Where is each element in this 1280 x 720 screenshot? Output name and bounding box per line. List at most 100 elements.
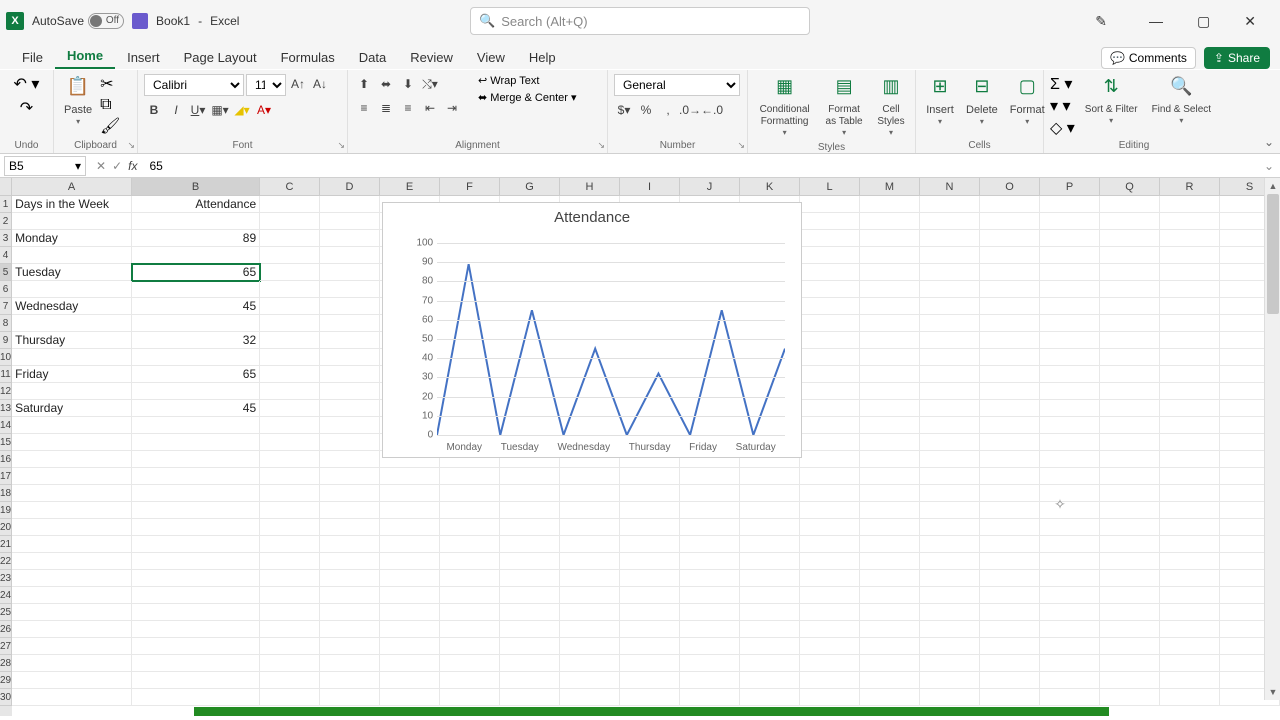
align-center-icon[interactable]: ≣: [376, 98, 396, 118]
cell-D6[interactable]: [320, 281, 380, 298]
cell-M10[interactable]: [860, 349, 920, 366]
cell-J17[interactable]: [680, 468, 740, 485]
cell-K22[interactable]: [740, 553, 800, 570]
row-header-23[interactable]: 23: [0, 570, 12, 587]
cell-B8[interactable]: [132, 315, 260, 332]
cell-R5[interactable]: [1160, 264, 1220, 281]
cell-L17[interactable]: [800, 468, 860, 485]
cell-C14[interactable]: [260, 417, 320, 434]
cell-A20[interactable]: [12, 519, 132, 536]
cell-Q15[interactable]: [1100, 434, 1160, 451]
row-header-27[interactable]: 27: [0, 638, 12, 655]
cell-L23[interactable]: [800, 570, 860, 587]
fx-icon[interactable]: fx: [128, 159, 137, 173]
cell-H28[interactable]: [560, 655, 620, 672]
cell-M23[interactable]: [860, 570, 920, 587]
cell-M6[interactable]: [860, 281, 920, 298]
cell-C8[interactable]: [260, 315, 320, 332]
cell-P21[interactable]: [1040, 536, 1100, 553]
cell-G20[interactable]: [500, 519, 560, 536]
cell-Q28[interactable]: [1100, 655, 1160, 672]
cell-K27[interactable]: [740, 638, 800, 655]
cell-N17[interactable]: [920, 468, 980, 485]
cell-N2[interactable]: [920, 213, 980, 230]
cell-D27[interactable]: [320, 638, 380, 655]
cell-D10[interactable]: [320, 349, 380, 366]
cell-Q24[interactable]: [1100, 587, 1160, 604]
cell-D17[interactable]: [320, 468, 380, 485]
cell-D13[interactable]: [320, 400, 380, 417]
cell-G18[interactable]: [500, 485, 560, 502]
cell-R21[interactable]: [1160, 536, 1220, 553]
cell-M15[interactable]: [860, 434, 920, 451]
cell-R1[interactable]: [1160, 196, 1220, 213]
cell-M26[interactable]: [860, 621, 920, 638]
cell-Q4[interactable]: [1100, 247, 1160, 264]
cell-R6[interactable]: [1160, 281, 1220, 298]
cell-Q9[interactable]: [1100, 332, 1160, 349]
cell-O18[interactable]: [980, 485, 1040, 502]
cell-R7[interactable]: [1160, 298, 1220, 315]
cell-C1[interactable]: [260, 196, 320, 213]
row-header-25[interactable]: 25: [0, 604, 12, 621]
align-left-icon[interactable]: ≡: [354, 98, 374, 118]
cell-K26[interactable]: [740, 621, 800, 638]
cell-R24[interactable]: [1160, 587, 1220, 604]
cell-A5[interactable]: Tuesday: [12, 264, 132, 281]
align-bottom-icon[interactable]: ⬇: [398, 74, 418, 94]
cell-R30[interactable]: [1160, 689, 1220, 706]
cell-C22[interactable]: [260, 553, 320, 570]
copy-icon[interactable]: ⧉: [100, 96, 120, 114]
cell-D4[interactable]: [320, 247, 380, 264]
cell-J22[interactable]: [680, 553, 740, 570]
cell-J24[interactable]: [680, 587, 740, 604]
cell-O25[interactable]: [980, 604, 1040, 621]
cell-O15[interactable]: [980, 434, 1040, 451]
cell-B6[interactable]: [132, 281, 260, 298]
cell-R4[interactable]: [1160, 247, 1220, 264]
cell-R8[interactable]: [1160, 315, 1220, 332]
cell-I21[interactable]: [620, 536, 680, 553]
cell-I30[interactable]: [620, 689, 680, 706]
cell-A12[interactable]: [12, 383, 132, 400]
cell-O11[interactable]: [980, 366, 1040, 383]
cell-J21[interactable]: [680, 536, 740, 553]
cell-A9[interactable]: Thursday: [12, 332, 132, 349]
cell-H19[interactable]: [560, 502, 620, 519]
cell-P26[interactable]: [1040, 621, 1100, 638]
cell-E26[interactable]: [380, 621, 440, 638]
cell-R16[interactable]: [1160, 451, 1220, 468]
cell-C13[interactable]: [260, 400, 320, 417]
cell-A4[interactable]: [12, 247, 132, 264]
cell-D3[interactable]: [320, 230, 380, 247]
cell-L8[interactable]: [800, 315, 860, 332]
cell-I20[interactable]: [620, 519, 680, 536]
cell-M18[interactable]: [860, 485, 920, 502]
increase-indent-icon[interactable]: ⇥: [442, 98, 462, 118]
cell-M30[interactable]: [860, 689, 920, 706]
cell-G27[interactable]: [500, 638, 560, 655]
cell-M29[interactable]: [860, 672, 920, 689]
cell-D15[interactable]: [320, 434, 380, 451]
cell-K28[interactable]: [740, 655, 800, 672]
cell-D1[interactable]: [320, 196, 380, 213]
cell-D23[interactable]: [320, 570, 380, 587]
cell-N1[interactable]: [920, 196, 980, 213]
cell-P6[interactable]: [1040, 281, 1100, 298]
cell-D24[interactable]: [320, 587, 380, 604]
cell-L12[interactable]: [800, 383, 860, 400]
maximize-button[interactable]: ▢: [1189, 9, 1218, 34]
cell-M11[interactable]: [860, 366, 920, 383]
cell-R26[interactable]: [1160, 621, 1220, 638]
cell-L14[interactable]: [800, 417, 860, 434]
cell-D28[interactable]: [320, 655, 380, 672]
cell-N27[interactable]: [920, 638, 980, 655]
cell-P9[interactable]: [1040, 332, 1100, 349]
cell-B14[interactable]: [132, 417, 260, 434]
cell-C5[interactable]: [260, 264, 320, 281]
cell-R11[interactable]: [1160, 366, 1220, 383]
cell-R9[interactable]: [1160, 332, 1220, 349]
cell-P24[interactable]: [1040, 587, 1100, 604]
cell-O24[interactable]: [980, 587, 1040, 604]
cell-O22[interactable]: [980, 553, 1040, 570]
